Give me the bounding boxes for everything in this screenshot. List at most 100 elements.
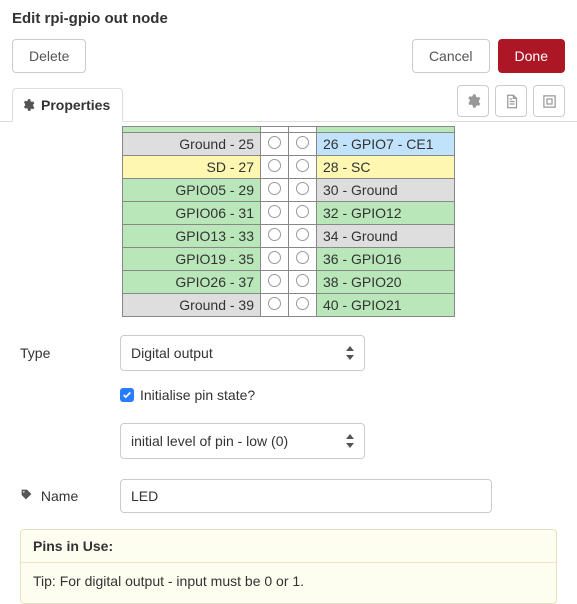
appearance-icon-button[interactable] [533, 85, 565, 117]
pin-left-radio[interactable] [261, 202, 289, 225]
radio-icon [296, 274, 309, 287]
pin-right-label: 38 - GPIO20 [317, 271, 455, 294]
pin-left-label: GPIO26 - 37 [123, 271, 261, 294]
init-level-row: initial level of pin - low (0) [20, 423, 557, 459]
properties-panel: Ground - 25 26 - GPIO7 - CE1 SD - 27 28 - S… [0, 122, 577, 604]
pins-in-use-box: Pins in Use: Tip: For digital output - i… [20, 529, 557, 604]
type-select[interactable]: Digital output [120, 335, 365, 371]
done-button-label: Done [515, 48, 548, 64]
name-input-value: LED [131, 488, 158, 504]
radio-icon [296, 251, 309, 264]
pin-left-radio[interactable] [261, 294, 289, 317]
radio-icon [268, 297, 281, 310]
name-label: Name [20, 488, 120, 504]
radio-icon [268, 251, 281, 264]
pin-right-label: 36 - GPIO16 [317, 248, 455, 271]
pin-row: Ground - 25 26 - GPIO7 - CE1 [123, 133, 455, 156]
radio-icon [296, 182, 309, 195]
pin-table: Ground - 25 26 - GPIO7 - CE1 SD - 27 28 - S… [122, 126, 455, 317]
radio-icon [296, 159, 309, 172]
radio-icon [268, 159, 281, 172]
cancel-button[interactable]: Cancel [412, 39, 490, 73]
pin-right-radio[interactable] [289, 248, 317, 271]
pin-left-label: GPIO13 - 33 [123, 225, 261, 248]
document-icon [504, 94, 519, 109]
pin-right-label: 28 - SC [317, 156, 455, 179]
radio-icon [296, 297, 309, 310]
pin-left-radio[interactable] [261, 179, 289, 202]
radio-icon [268, 205, 281, 218]
pin-right-label: 30 - Ground [317, 179, 455, 202]
chevron-updown-icon [346, 336, 354, 370]
pin-right-label: 26 - GPIO7 - CE1 [317, 133, 455, 156]
pin-left-label: GPIO06 - 31 [123, 202, 261, 225]
description-icon-button[interactable] [495, 85, 527, 117]
pin-left-label: GPIO19 - 35 [123, 248, 261, 271]
pin-left-radio[interactable] [261, 225, 289, 248]
done-button[interactable]: Done [498, 39, 565, 73]
pin-left-radio[interactable] [261, 156, 289, 179]
name-input[interactable]: LED [120, 479, 492, 513]
init-pin-row: Initialise pin state? [120, 387, 557, 403]
settings-icon-button[interactable] [457, 85, 489, 117]
name-row: Name LED [20, 479, 557, 513]
delete-button[interactable]: Delete [12, 39, 86, 73]
pin-row: GPIO05 - 29 30 - Ground [123, 179, 455, 202]
form: Type Digital output Initialise pin state… [0, 317, 577, 513]
cancel-button-label: Cancel [429, 48, 473, 64]
type-row: Type Digital output [20, 335, 557, 371]
init-pin-checkbox[interactable] [120, 388, 134, 402]
pin-row: GPIO13 - 33 34 - Ground [123, 225, 455, 248]
pin-left-label: Ground - 39 [123, 294, 261, 317]
pin-row: Ground - 39 40 - GPIO21 [123, 294, 455, 317]
tab-properties-label: Properties [41, 97, 110, 113]
pins-in-use-head-text: Pins in Use [33, 538, 108, 554]
pin-right-radio[interactable] [289, 271, 317, 294]
pin-right-label: 34 - Ground [317, 225, 455, 248]
radio-icon [296, 228, 309, 241]
pin-right-radio[interactable] [289, 294, 317, 317]
pin-right-radio[interactable] [289, 179, 317, 202]
pin-left-radio[interactable] [261, 271, 289, 294]
expand-icon [542, 94, 557, 109]
chevron-updown-icon [346, 424, 354, 458]
pin-left-radio[interactable] [261, 133, 289, 156]
delete-button-label: Delete [29, 48, 69, 64]
pin-right-radio[interactable] [289, 156, 317, 179]
pin-right-radio[interactable] [289, 202, 317, 225]
tab-properties[interactable]: Properties [12, 88, 123, 122]
dialog-title-text: Edit rpi-gpio out node [12, 10, 168, 27]
tabs-row: Properties [0, 85, 577, 122]
init-level-select[interactable]: initial level of pin - low (0) [120, 423, 365, 459]
pins-in-use-tip: Tip: For digital output - input must be … [21, 563, 556, 603]
radio-icon [268, 136, 281, 149]
pin-left-label: Ground - 25 [123, 133, 261, 156]
radio-icon [296, 136, 309, 149]
radio-icon [296, 205, 309, 218]
dialog-title: Edit rpi-gpio out node [0, 0, 577, 31]
tag-icon [20, 488, 37, 504]
pin-right-label: 32 - GPIO12 [317, 202, 455, 225]
init-pin-label: Initialise pin state? [140, 387, 255, 403]
pin-row: SD - 27 28 - SC [123, 156, 455, 179]
dialog-buttons: Delete Cancel Done [0, 31, 577, 85]
pin-row: GPIO26 - 37 38 - GPIO20 [123, 271, 455, 294]
name-label-text: Name [41, 488, 78, 504]
pin-right-label: 40 - GPIO21 [317, 294, 455, 317]
type-label: Type [20, 345, 120, 361]
gear-icon [465, 93, 481, 109]
radio-icon [268, 228, 281, 241]
pin-left-label: SD - 27 [123, 156, 261, 179]
tab-icon-buttons [457, 85, 565, 121]
pin-right-radio[interactable] [289, 225, 317, 248]
pin-left-label: GPIO05 - 29 [123, 179, 261, 202]
pin-row: GPIO19 - 35 36 - GPIO16 [123, 248, 455, 271]
pin-left-radio[interactable] [261, 248, 289, 271]
pin-right-radio[interactable] [289, 133, 317, 156]
radio-icon [268, 182, 281, 195]
pin-row: GPIO06 - 31 32 - GPIO12 [123, 202, 455, 225]
gear-icon [21, 98, 35, 112]
type-select-value: Digital output [131, 345, 213, 361]
radio-icon [268, 274, 281, 287]
pins-in-use-head: Pins in Use: [21, 530, 556, 563]
